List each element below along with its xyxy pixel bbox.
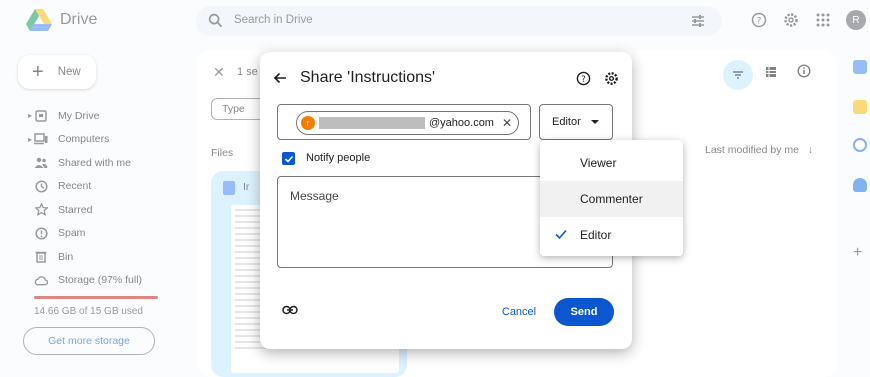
remove-recipient-icon[interactable]: ✕ [502,116,512,130]
role-option-viewer[interactable]: Viewer [540,145,683,181]
role-dropdown-value: Editor [552,116,581,128]
dropdown-caret-icon [590,120,599,124]
copy-link-icon[interactable] [282,305,298,315]
svg-text:?: ? [581,74,585,84]
share-settings-gear-icon[interactable] [604,71,619,86]
help-icon[interactable]: ? [576,71,591,86]
message-placeholder: Message [290,189,339,203]
dialog-title: Share 'Instructions' [300,69,436,86]
notify-people-label: Notify people [306,152,371,164]
recipient-chip[interactable]: r @yahoo.com ✕ [296,111,520,135]
role-dropdown[interactable]: Editor [539,104,613,140]
recipient-email-domain: @yahoo.com [429,117,494,129]
add-people-input[interactable]: r @yahoo.com ✕ [277,104,531,140]
selected-check-icon [555,229,567,240]
back-arrow-icon[interactable] [272,70,288,86]
role-option-editor[interactable]: Editor [540,217,683,253]
notify-people-checkbox[interactable] [282,152,295,165]
role-menu: Viewer Commenter Editor [540,140,683,256]
role-option-commenter[interactable]: Commenter [540,181,683,217]
cancel-button[interactable]: Cancel [496,300,542,324]
redacted-email [319,117,425,129]
recipient-avatar: r [301,116,315,130]
send-button[interactable]: Send [554,298,614,326]
checkmark-icon [284,155,293,163]
